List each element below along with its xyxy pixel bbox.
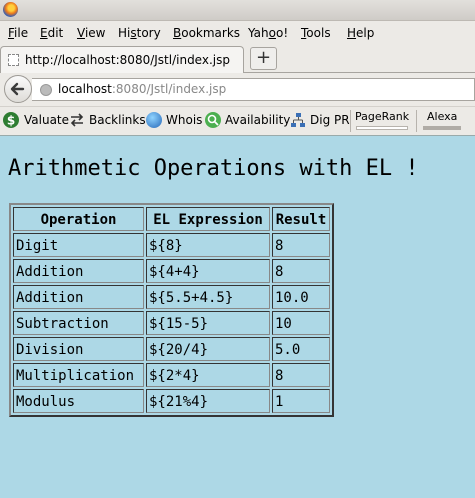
- globe-icon: [146, 112, 162, 128]
- table-header-row: Operation EL Expression Result: [13, 207, 330, 231]
- address-text: localhost:8080/Jstl/index.jsp: [58, 82, 226, 96]
- expression-cell: ${20/4}: [146, 337, 270, 361]
- browser-chrome: File Edit View History Bookmarks Yahoo! …: [0, 0, 475, 135]
- menu-tools[interactable]: Tools: [301, 26, 331, 40]
- svg-text:$: $: [7, 114, 15, 128]
- table-row: Division ${20/4} 5.0: [13, 337, 330, 361]
- expression-cell: ${4+4}: [146, 259, 270, 283]
- blank-page-icon: [8, 54, 19, 66]
- operation-cell: Multiplication: [13, 363, 144, 387]
- arithmetic-table: Operation EL Expression Result Digit ${8…: [9, 203, 334, 417]
- table-row: Digit ${8} 8: [13, 233, 330, 257]
- result-cell: 10: [272, 311, 330, 335]
- site-identity-icon[interactable]: [40, 84, 52, 96]
- menu-history-mnemonic: s: [130, 26, 137, 40]
- menu-yahoo[interactable]: Yahoo!: [248, 26, 288, 40]
- operation-cell: Digit: [13, 233, 144, 257]
- menu-history[interactable]: History: [118, 26, 161, 40]
- expression-cell: ${21%4}: [146, 389, 270, 413]
- result-cell: 8: [272, 233, 330, 257]
- result-cell: 8: [272, 363, 330, 387]
- title-bar: [0, 0, 475, 21]
- seo-whois[interactable]: Whois: [166, 113, 202, 127]
- search-icon: [205, 112, 221, 128]
- tab-active[interactable]: http://localhost:8080/Jstl/index.jsp: [0, 46, 244, 73]
- menu-view-mnemonic: V: [77, 26, 85, 40]
- result-cell: 10.0: [272, 285, 330, 309]
- result-cell: 1: [272, 389, 330, 413]
- column-header-operation: Operation: [13, 207, 144, 231]
- table-row: Modulus ${21%4} 1: [13, 389, 330, 413]
- address-host: localhost: [58, 82, 112, 96]
- new-tab-button[interactable]: +: [250, 47, 277, 70]
- seo-backlinks[interactable]: Backlinks: [89, 113, 146, 127]
- menu-tools-mnemonic: T: [301, 26, 307, 40]
- table-row: Subtraction ${15-5} 10: [13, 311, 330, 335]
- operation-cell: Division: [13, 337, 144, 361]
- operation-cell: Addition: [13, 259, 144, 283]
- table-row: Addition ${4+4} 8: [13, 259, 330, 283]
- tab-title: http://localhost:8080/Jstl/index.jsp: [25, 53, 230, 67]
- operation-cell: Addition: [13, 285, 144, 309]
- menu-file[interactable]: File: [8, 26, 28, 40]
- result-cell: 5.0: [272, 337, 330, 361]
- column-header-el-expression: EL Expression: [146, 207, 270, 231]
- pagerank-label[interactable]: PageRank: [355, 110, 409, 123]
- navigation-bar: localhost:8080/Jstl/index.jsp: [0, 73, 475, 105]
- tab-bar: http://localhost:8080/Jstl/index.jsp +: [0, 44, 475, 73]
- expression-cell: ${5.5+4.5}: [146, 285, 270, 309]
- backlinks-arrows-icon: [70, 113, 84, 127]
- expression-cell: ${2*4}: [146, 363, 270, 387]
- firefox-logo-icon: [3, 2, 18, 17]
- expression-cell: ${15-5}: [146, 311, 270, 335]
- alexa-label[interactable]: Alexa: [427, 110, 457, 123]
- alexa-bar: [423, 126, 461, 130]
- menu-help-mnemonic: H: [347, 26, 357, 40]
- menu-view[interactable]: View: [77, 26, 105, 40]
- back-button[interactable]: [4, 75, 32, 103]
- back-arrow-icon: [10, 82, 25, 96]
- result-cell: 8: [272, 259, 330, 283]
- seo-availability[interactable]: Availability: [225, 113, 290, 127]
- seo-dig-pr[interactable]: Dig PR: [310, 113, 350, 127]
- operation-cell: Modulus: [13, 389, 144, 413]
- table-row: Multiplication ${2*4} 8: [13, 363, 330, 387]
- menu-edit-mnemonic: E: [40, 26, 48, 40]
- address-bar[interactable]: localhost:8080/Jstl/index.jsp: [32, 78, 475, 101]
- page-content: Arithmetic Operations with EL ! Operatio…: [0, 135, 475, 498]
- menu-bookmarks-mnemonic: B: [173, 26, 182, 40]
- seo-valuate[interactable]: Valuate: [24, 113, 69, 127]
- backlinks-icon: [69, 112, 85, 128]
- operation-cell: Subtraction: [13, 311, 144, 335]
- magnifier-icon: [207, 114, 219, 126]
- address-path: :8080/Jstl/index.jsp: [111, 82, 227, 96]
- menu-yahoo-mnemonic: o: [268, 26, 276, 40]
- network-icon: [290, 112, 306, 128]
- menu-bookmarks[interactable]: Bookmarks: [173, 26, 240, 40]
- toolbar-separator: [350, 110, 351, 132]
- toolbar-separator: [416, 110, 417, 132]
- menu-file-mnemonic: F: [8, 26, 15, 40]
- expression-cell: ${8}: [146, 233, 270, 257]
- menu-help[interactable]: Help: [347, 26, 374, 40]
- dollar-icon: $: [3, 112, 19, 128]
- page-heading: Arithmetic Operations with EL !: [8, 156, 419, 181]
- column-header-result: Result: [272, 207, 330, 231]
- dollar-glyph-icon: $: [7, 114, 15, 128]
- table-row: Addition ${5.5+4.5} 10.0: [13, 285, 330, 309]
- pagerank-bar: [356, 126, 408, 130]
- menu-edit[interactable]: Edit: [40, 26, 63, 40]
- network-nodes-icon: [291, 113, 305, 127]
- seo-toolbar: $ Valuate Backlinks Whois Availability D…: [0, 106, 475, 135]
